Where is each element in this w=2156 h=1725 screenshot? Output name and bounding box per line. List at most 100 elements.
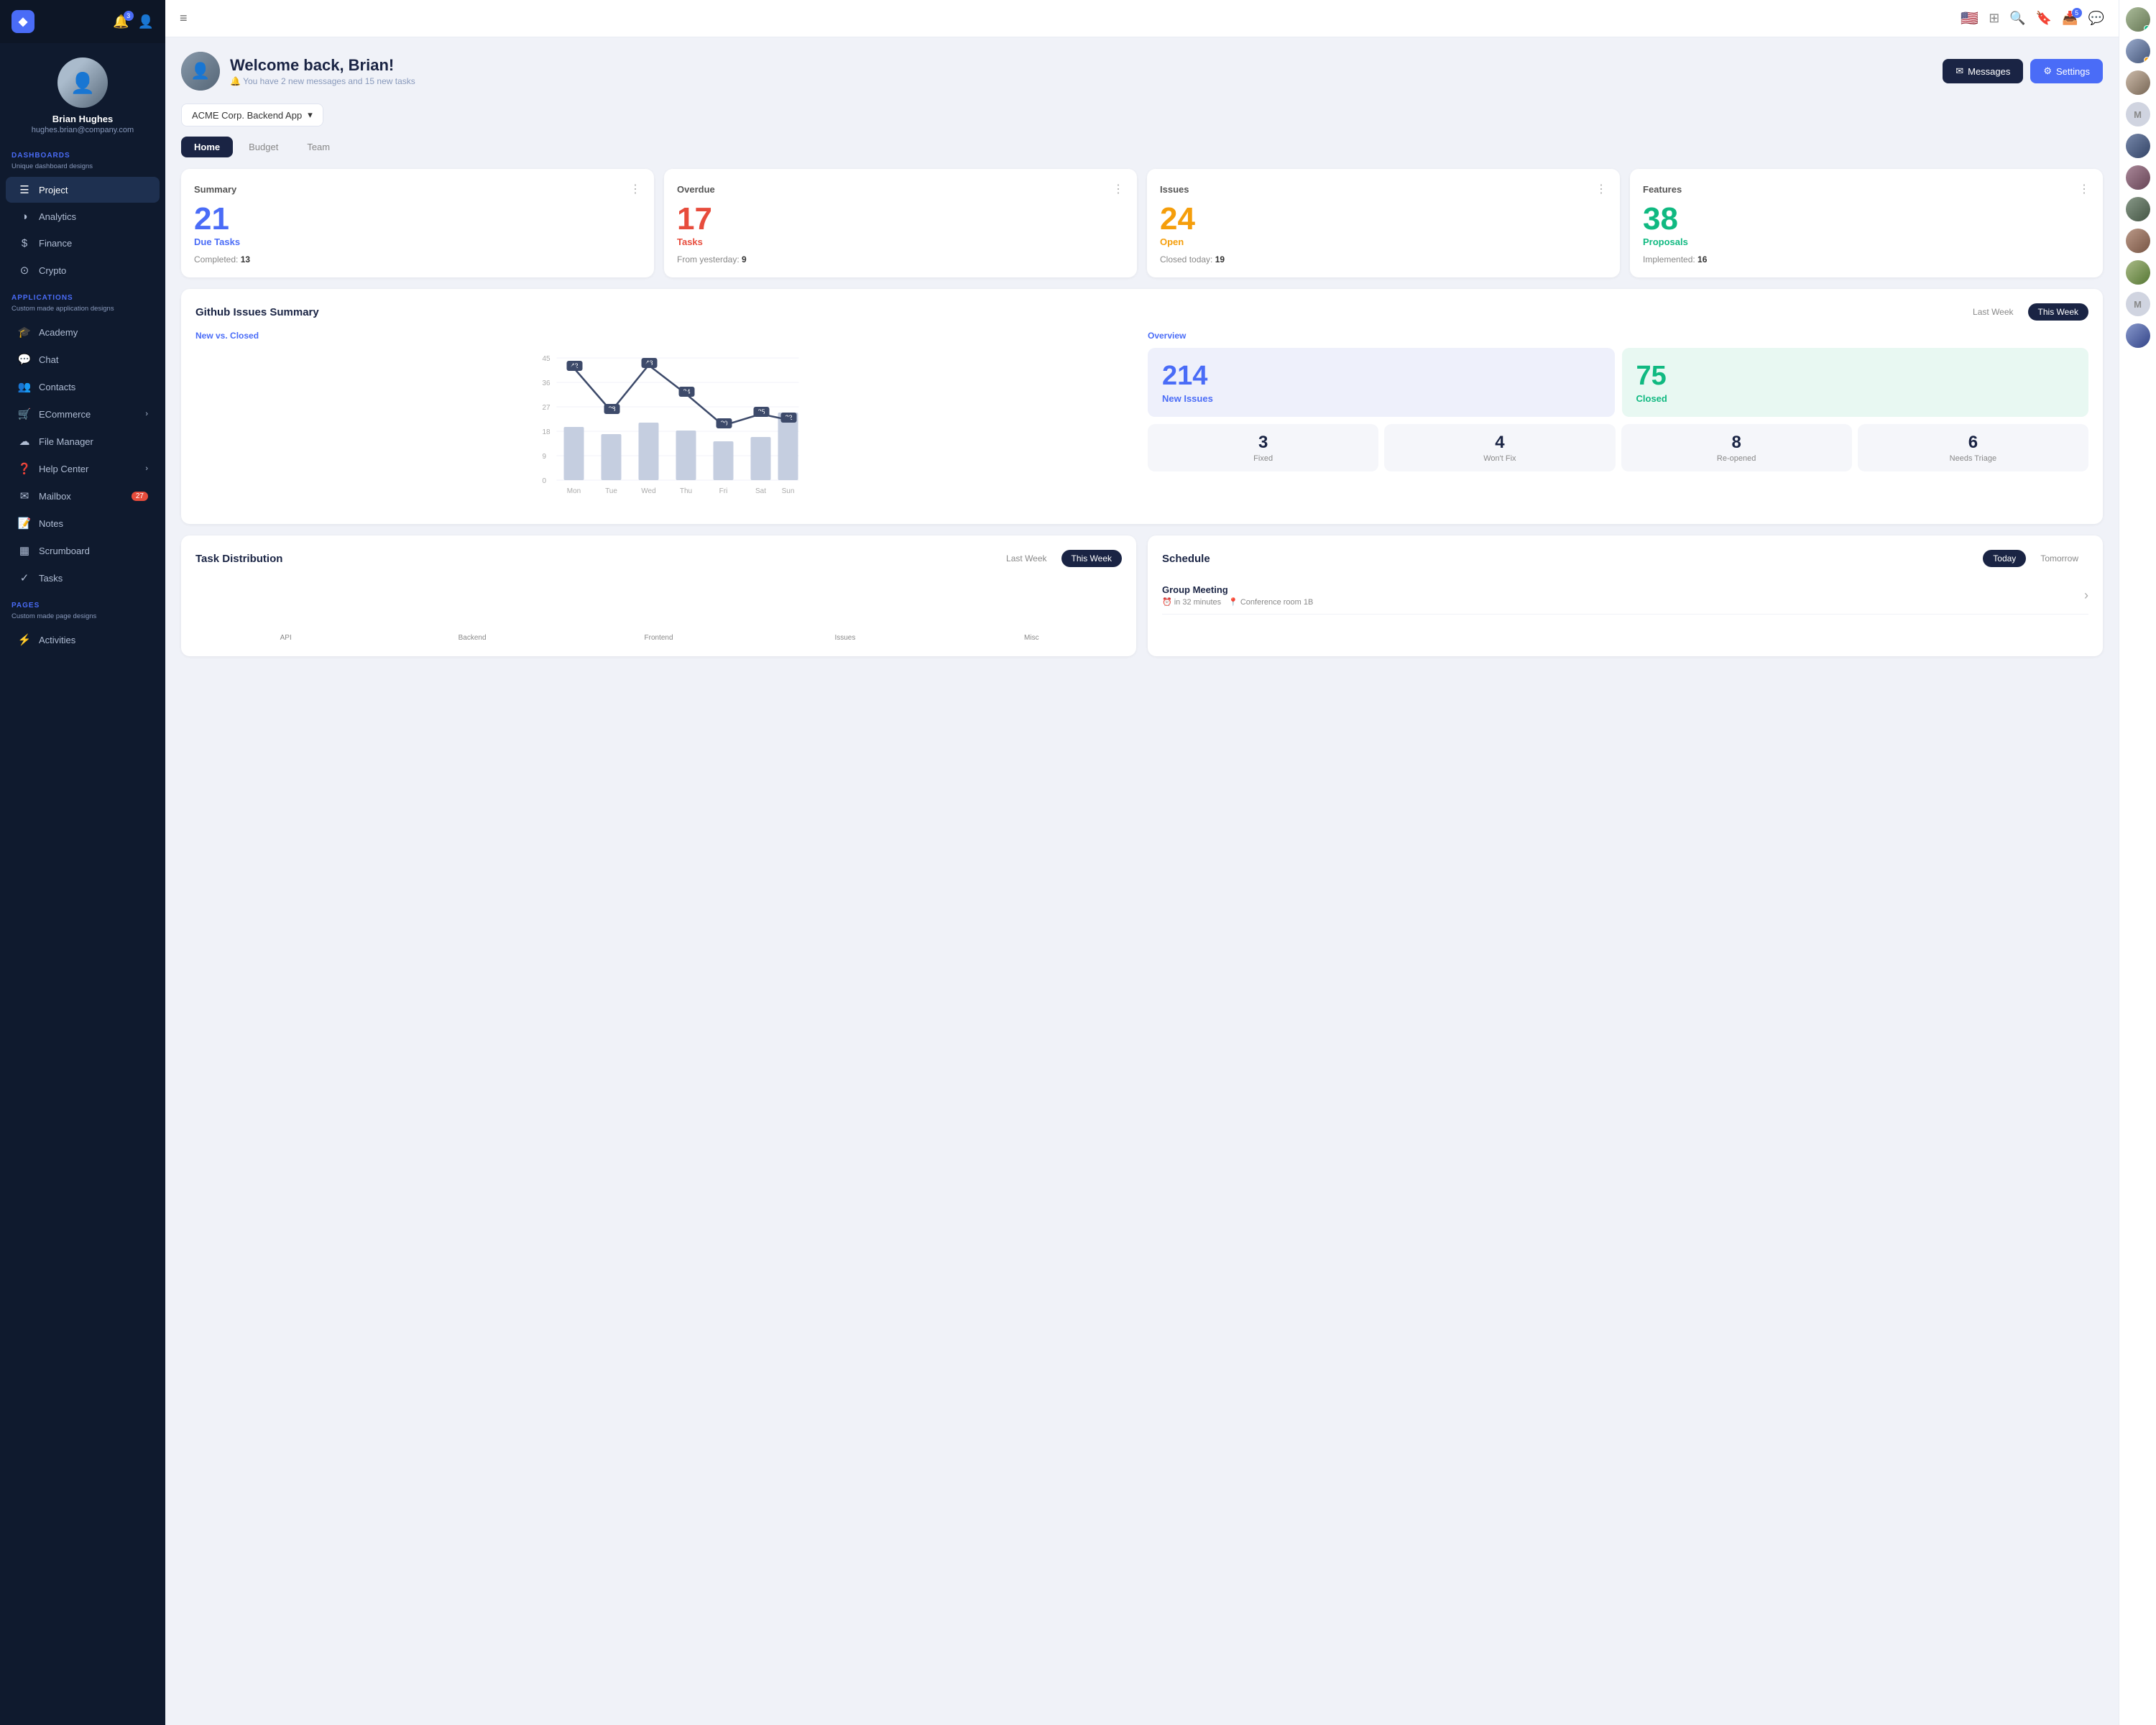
closed-label: Closed [1636,393,2075,404]
github-card-title: Github Issues Summary [195,306,319,318]
flag-icon[interactable]: 🇺🇸 [1961,9,1978,27]
hamburger-icon[interactable]: ≡ [180,11,188,26]
rp-avatar-11[interactable] [2126,323,2150,348]
schedule-card: Schedule Today Tomorrow Group Meeting ⏰ … [1148,535,2103,656]
sidebar-header: ◆ 🔔 3 👤 [0,0,165,43]
fullscreen-icon[interactable]: ⊞ [1989,11,1999,26]
sidebar-item-tasks[interactable]: ✓ Tasks [6,565,160,591]
crypto-icon: ⊙ [17,264,32,277]
inbox-icon[interactable]: 📥 5 [2062,11,2078,26]
x-label-mon: Mon [567,487,581,495]
sidebar-item-activities[interactable]: ⚡ Activities [6,627,160,653]
github-this-week-btn[interactable]: This Week [2028,303,2088,321]
task-dist-last-week-btn[interactable]: Last Week [996,550,1056,567]
sidebar-item-crypto[interactable]: ⊙ Crypto [6,257,160,283]
helpcenter-icon: ❓ [17,462,32,475]
stat-summary-menu-icon[interactable]: ⋮ [630,182,641,196]
settings-btn-label: Settings [2056,66,2090,77]
topbar-right: 🇺🇸 ⊞ 🔍 🔖 📥 5 💬 [1961,9,2104,27]
sidebar-item-ecommerce[interactable]: 🛒 ECommerce › [6,401,160,427]
sidebar-item-contacts[interactable]: 👥 Contacts [6,374,160,400]
rp-avatar-10[interactable]: M [2126,292,2150,316]
bookmark-icon[interactable]: 🔖 [2036,11,2052,26]
closed-number: 75 [1636,361,2075,392]
stat-overdue-menu-icon[interactable]: ⋮ [1112,182,1124,196]
reopened-number: 8 [1630,433,1843,453]
content-area: 👤 Welcome back, Brian! 🔔 You have 2 new … [165,37,2119,1725]
sidebar-item-project[interactable]: ☰ Project [6,177,160,203]
settings-button[interactable]: ⚙ Settings [2030,59,2103,83]
y-label-36: 36 [543,380,551,387]
bar-issues-label: Issues [834,634,855,642]
user-circle-icon[interactable]: 👤 [138,14,154,29]
messages-btn-icon: ✉ [1955,65,1963,77]
notification-badge: 3 [124,11,134,21]
bar-issues: Issues [755,632,935,642]
sidebar-item-scrumboard[interactable]: ▦ Scrumboard [6,538,160,564]
sidebar-item-chat[interactable]: 💬 Chat [6,346,160,372]
notes-icon: 📝 [17,517,32,530]
github-issues-card: Github Issues Summary Last Week This Wee… [181,289,2103,524]
tab-team[interactable]: Team [294,137,343,157]
sidebar-item-label-notes: Notes [39,518,63,529]
sidebar-item-academy[interactable]: 🎓 Academy [6,319,160,345]
search-icon[interactable]: 🔍 [2009,11,2025,26]
rp-avatar-5[interactable] [2126,134,2150,158]
tab-budget[interactable]: Budget [236,137,291,157]
sidebar-item-helpcenter[interactable]: ❓ Help Center › [6,456,160,482]
task-dist-this-week-btn[interactable]: This Week [1061,550,1122,567]
needs-triage-label: Needs Triage [1866,454,2080,463]
stat-issues-footer-label: Closed today: [1160,254,1212,264]
bar-frontend-label: Frontend [645,634,673,642]
closed-issues-card: 75 Closed [1622,348,2089,417]
bell-icon: 🔔 [230,76,241,86]
schedule-tomorrow-btn[interactable]: Tomorrow [2030,550,2088,567]
rp-avatar-9[interactable] [2126,260,2150,285]
sidebar-item-label-finance: Finance [39,238,72,249]
rp-avatar-4[interactable]: M [2126,102,2150,126]
task-dist-title: Task Distribution [195,553,282,565]
app-logo[interactable]: ◆ [11,10,34,33]
rp-avatar-6[interactable] [2126,165,2150,190]
overview-small-stats: 3 Fixed 4 Won't Fix 8 Re-opened 6 [1148,424,2088,472]
sidebar: ◆ 🔔 3 👤 👤 Brian Hughes hughes.brian@comp… [0,0,165,1725]
sidebar-item-notes[interactable]: 📝 Notes [6,510,160,536]
user-profile: 👤 Brian Hughes hughes.brian@company.com [0,43,165,142]
project-selector[interactable]: ACME Corp. Backend App ▾ [181,104,323,126]
schedule-today-btn[interactable]: Today [1983,550,2026,567]
sidebar-item-filemanager[interactable]: ☁ File Manager [6,428,160,454]
schedule-location-text: Conference room 1B [1240,598,1314,607]
stat-card-issues-header: Issues ⋮ [1160,182,1607,196]
rp-avatar-1[interactable] [2126,7,2150,32]
rp-avatar-2[interactable] [2126,39,2150,63]
sidebar-item-finance[interactable]: $ Finance [6,231,160,256]
sidebar-item-label-tasks: Tasks [39,573,63,584]
tab-home[interactable]: Home [181,137,233,157]
sidebar-item-mailbox[interactable]: ✉ Mailbox 27 [6,483,160,509]
sidebar-item-analytics[interactable]: ◑ Analytics [6,204,160,229]
schedule-time-text: in 32 minutes [1174,598,1221,607]
stat-issues-menu-icon[interactable]: ⋮ [1595,182,1607,196]
reopened-card: 8 Re-opened [1621,424,1852,472]
sidebar-item-label-activities: Activities [39,635,75,645]
y-label-9: 9 [543,453,547,461]
rp-avatar-8[interactable] [2126,229,2150,253]
stat-issues-number: 24 [1160,203,1607,235]
messages-icon[interactable]: 💬 [2088,11,2104,26]
schedule-item-arrow-icon[interactable]: › [2084,588,2088,603]
stat-features-menu-icon[interactable]: ⋮ [2078,182,2090,196]
github-body: New vs. Closed 45 36 27 18 9 0 [195,331,2088,510]
contacts-icon: 👥 [17,380,32,393]
filemanager-icon: ☁ [17,435,32,448]
stat-features-label: Proposals [1643,236,2090,247]
rp-avatar-3[interactable] [2126,70,2150,95]
section-label-dashboards: DASHBOARDS [0,142,165,162]
github-last-week-btn[interactable]: Last Week [1963,303,2023,321]
stat-features-number: 38 [1643,203,2090,235]
notification-icon[interactable]: 🔔 3 [113,14,129,29]
rp-avatar-7[interactable] [2126,197,2150,221]
bar-backend-label: Backend [459,634,487,642]
dot-sun [786,417,791,423]
messages-button[interactable]: ✉ Messages [1943,59,2023,83]
schedule-title: Schedule [1162,553,1210,565]
